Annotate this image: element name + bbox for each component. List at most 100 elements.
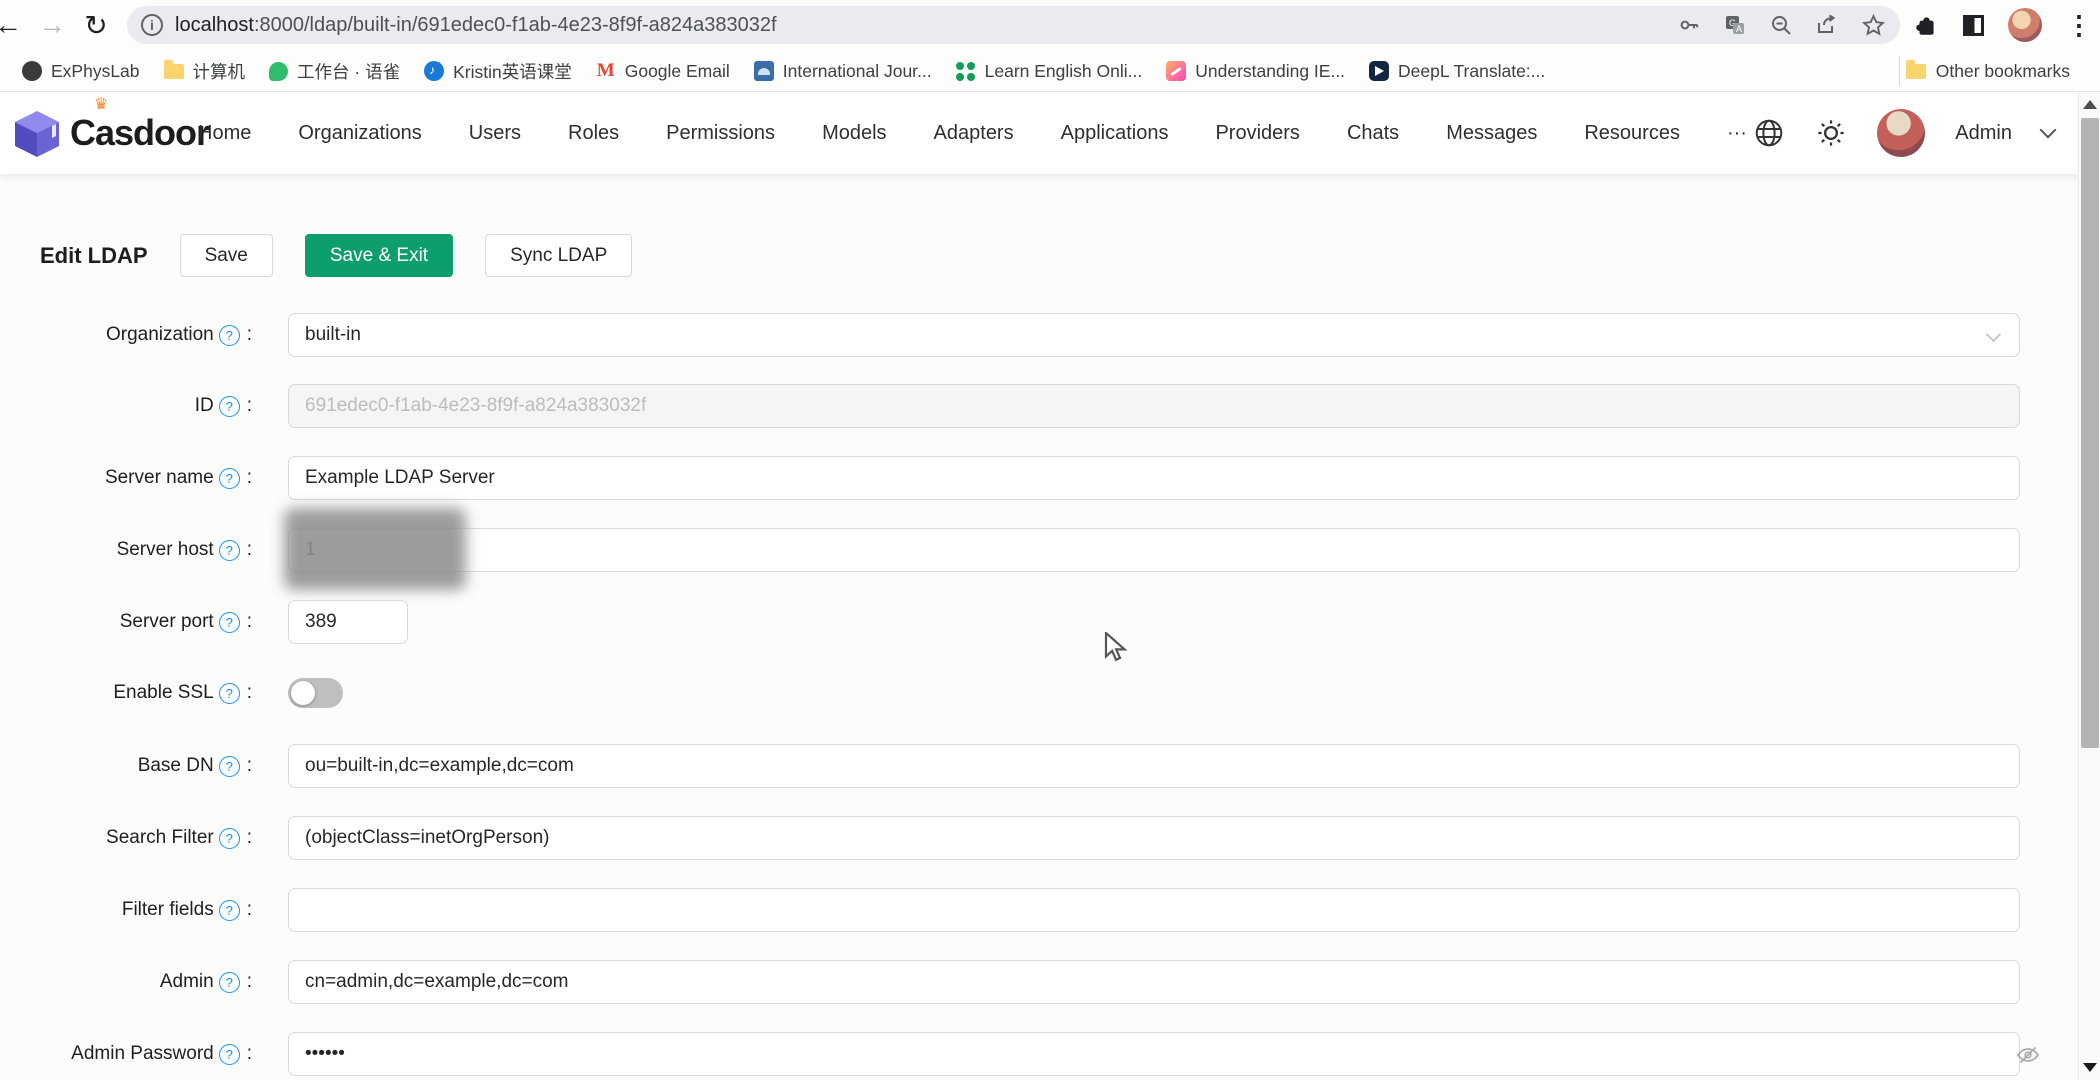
base-dn-input[interactable] [288, 744, 2020, 788]
form-row-base-dn: Base DN ?: [0, 730, 2056, 802]
translate-icon[interactable]: GA [1723, 13, 1747, 37]
theme-sun-icon[interactable] [1815, 117, 1847, 149]
nav-item-applications[interactable]: Applications [1061, 122, 1169, 145]
save-and-exit-button[interactable]: Save & Exit [305, 234, 453, 277]
share-icon[interactable] [1815, 13, 1839, 37]
enable-ssl-toggle[interactable] [288, 678, 343, 708]
scroll-down-arrow[interactable] [2083, 1063, 2097, 1072]
field-label-search-filter: Search Filter [106, 827, 214, 849]
bookmark-yuque[interactable]: 工作台 · 语雀 [257, 55, 412, 88]
chevron-down-icon[interactable] [2040, 122, 2057, 139]
help-icon[interactable]: ? [219, 683, 240, 704]
nav-item-home[interactable]: Home [198, 122, 251, 145]
casdoor-logo[interactable]: Casdoor ♛ [10, 106, 209, 160]
field-label-organization: Organization [106, 324, 214, 346]
bookmark-label: Learn English Onli... [985, 61, 1143, 82]
bookmark-label: Understanding IE... [1195, 61, 1345, 82]
field-label-enable-ssl: Enable SSL [113, 682, 213, 704]
search-filter-input[interactable] [288, 816, 2020, 860]
url-host: localhost [175, 14, 254, 37]
form-row-admin: Admin ?: [0, 946, 2056, 1018]
nav-item-messages[interactable]: Messages [1446, 122, 1537, 145]
organization-select[interactable]: built-in [288, 313, 2020, 357]
nav-item-providers[interactable]: Providers [1215, 122, 1299, 145]
field-label-server-name: Server name [105, 467, 214, 489]
server-host-input[interactable] [288, 528, 2020, 572]
side-panel-icon[interactable] [1963, 15, 1984, 36]
server-name-input[interactable] [288, 456, 2020, 500]
nav-item-roles[interactable]: Roles [568, 122, 619, 145]
help-icon[interactable]: ? [219, 972, 240, 993]
bookmark-computer[interactable]: 计算机 [152, 55, 258, 88]
browser-menu-icon[interactable]: ⋮ [2066, 10, 2092, 41]
bookmark-exphyslab[interactable]: ExPhysLab [10, 57, 152, 86]
toolbar-right: ⋮ [1913, 5, 2092, 45]
field-label-admin-password: Admin Password [71, 1043, 214, 1065]
bookmark-understanding-ie[interactable]: Understanding IE... [1154, 57, 1357, 86]
field-label-server-host: Server host [117, 539, 214, 561]
browser-profile-avatar[interactable] [2008, 8, 2042, 42]
bookmark-label: 计算机 [193, 59, 246, 84]
browser-chrome: ← → ↻ i localhost:8000/ldap/built-in/691… [0, 0, 2100, 92]
extensions-puzzle-icon[interactable] [1913, 12, 1939, 38]
gradient-favicon [1166, 61, 1186, 81]
bookmark-learn-english[interactable]: Learn English Onli... [944, 57, 1155, 86]
bookmark-international-journal[interactable]: International Jour... [742, 57, 944, 86]
bookmark-label: 工作台 · 语雀 [297, 59, 400, 84]
nav-item-adapters[interactable]: Adapters [934, 122, 1014, 145]
url-path: :8000/ldap/built-in/691edec0-f1ab-4e23-8… [254, 14, 777, 37]
admin-dn-input[interactable] [288, 960, 2020, 1004]
help-icon[interactable]: ? [219, 828, 240, 849]
reload-button[interactable]: ↻ [74, 9, 118, 42]
brand-name: Casdoor [70, 112, 209, 154]
nav-item-models[interactable]: Models [822, 122, 886, 145]
server-port-input[interactable] [288, 600, 408, 644]
form-row-search-filter: Search Filter ?: [0, 802, 2056, 874]
filter-fields-input[interactable] [288, 888, 2020, 932]
address-bar[interactable]: i localhost:8000/ldap/built-in/691edec0-… [127, 6, 1900, 44]
field-label-admin: Admin [160, 971, 214, 993]
form-row-admin-password: Admin Password ?: [0, 1018, 2056, 1090]
nav-item-chats[interactable]: Chats [1347, 122, 1399, 145]
forward-button[interactable]: → [30, 9, 74, 41]
sync-ldap-button[interactable]: Sync LDAP [485, 234, 632, 277]
help-icon[interactable]: ? [219, 1044, 240, 1065]
help-icon[interactable]: ? [219, 900, 240, 921]
help-icon[interactable]: ? [219, 396, 240, 417]
help-icon[interactable]: ? [219, 612, 240, 633]
title-row: Edit LDAP Save Save & Exit Sync LDAP [40, 234, 632, 277]
help-icon[interactable]: ? [219, 540, 240, 561]
user-avatar[interactable] [1877, 109, 1925, 157]
bookmark-label: DeepL Translate:... [1398, 61, 1545, 82]
page-scrollbar[interactable] [2078, 92, 2100, 1080]
browser-toolbar: ← → ↻ i localhost:8000/ldap/built-in/691… [0, 0, 2100, 50]
app-navbar: Casdoor ♛ Home Organizations Users Roles… [0, 92, 2100, 174]
back-button[interactable]: ← [0, 9, 30, 41]
field-label-filter-fields: Filter fields [122, 899, 214, 921]
bookmark-google-email[interactable]: M Google Email [584, 57, 742, 86]
crown-icon: ♛ [94, 94, 108, 114]
help-icon[interactable]: ? [219, 325, 240, 346]
bookmark-kristin[interactable]: Kristin英语课堂 [412, 55, 584, 88]
scroll-up-arrow[interactable] [2083, 100, 2097, 109]
save-button[interactable]: Save [180, 234, 273, 277]
nav-more-ellipsis[interactable]: ··· [1727, 122, 1747, 145]
bookmark-deepl[interactable]: DeepL Translate:... [1357, 57, 1557, 86]
id-input [288, 384, 2020, 428]
other-bookmarks-button[interactable]: Other bookmarks [1906, 50, 2070, 92]
admin-password-input[interactable] [288, 1032, 2020, 1076]
zoom-out-icon[interactable] [1769, 13, 1793, 37]
nav-item-users[interactable]: Users [469, 122, 521, 145]
nav-item-organizations[interactable]: Organizations [298, 122, 421, 145]
help-icon[interactable]: ? [219, 756, 240, 777]
bookmark-star-icon[interactable] [1861, 13, 1886, 38]
password-key-icon[interactable] [1677, 13, 1701, 37]
eye-invisible-icon[interactable] [2016, 1043, 2040, 1067]
language-globe-icon[interactable] [1753, 117, 1785, 149]
scrollbar-thumb[interactable] [2081, 118, 2099, 748]
nav-menu: Home Organizations Users Roles Permissio… [198, 92, 1747, 174]
help-icon[interactable]: ? [219, 468, 240, 489]
nav-item-resources[interactable]: Resources [1584, 122, 1680, 145]
nav-item-permissions[interactable]: Permissions [666, 122, 775, 145]
site-info-icon[interactable]: i [141, 14, 163, 36]
